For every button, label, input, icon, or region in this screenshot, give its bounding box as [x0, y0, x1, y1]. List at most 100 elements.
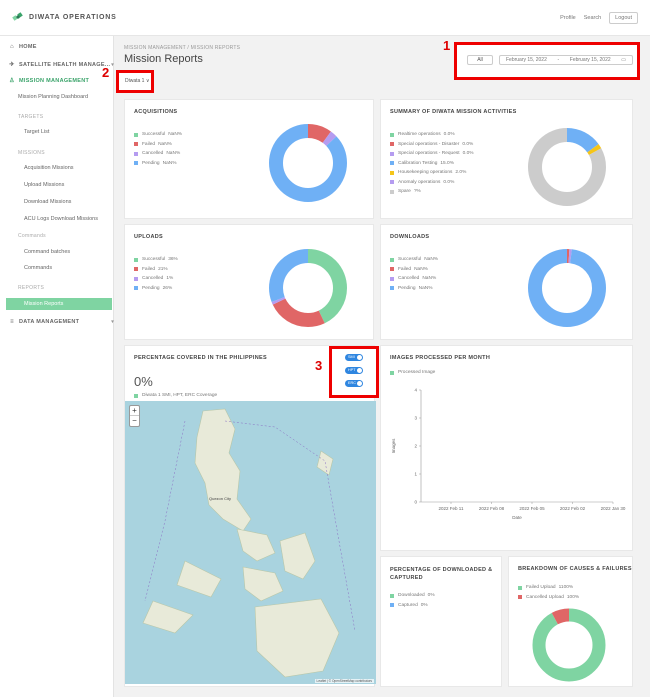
legend-label: Failed: [142, 266, 156, 272]
legend-value: 0%: [427, 593, 435, 599]
legend-swatch: [390, 267, 394, 272]
legend-item[interactable]: Cancelled NaN%: [390, 274, 438, 284]
legend-item[interactable]: Pending NaN%: [390, 284, 438, 294]
all-dates-button[interactable]: All: [467, 55, 493, 65]
legend-label: Cancelled Upload: [526, 594, 564, 600]
legend-label: Pending: [142, 285, 160, 291]
y-tick-label: 3: [414, 416, 417, 421]
legend-item[interactable]: Cancelled 1%: [134, 274, 178, 284]
calendar-icon: ▭: [621, 57, 626, 63]
downloaded-captured-legend: Downloaded 0% Captured 0%: [390, 591, 435, 610]
legend-item[interactable]: Failed NaN%: [390, 265, 438, 275]
satellite-logo-icon: [12, 12, 23, 21]
legend-value: NaN%: [422, 276, 437, 282]
downloads-donut-chart: [528, 249, 606, 327]
legend-label: Processed Image: [398, 370, 436, 376]
sidebar-item-label: HOME: [19, 44, 37, 50]
legend-item[interactable]: Spare?%: [390, 187, 474, 197]
sidebar-item-label: Command batches: [24, 249, 71, 255]
y-tick-label: 4: [414, 388, 417, 393]
annotation-label-2: 2: [102, 65, 110, 80]
legend-label: Failed: [142, 141, 156, 147]
legend-item[interactable]: Housekeeping operations 2.0%: [390, 168, 474, 178]
legend-item[interactable]: Successful 36%: [134, 255, 178, 265]
legend-value: 36%: [168, 257, 178, 263]
legend-swatch: [390, 170, 394, 175]
app-logo[interactable]: DIWATA OPERATIONS: [12, 11, 117, 23]
legend-value: 1%: [166, 276, 174, 282]
legend-value: ?%: [413, 189, 421, 195]
legend-item[interactable]: Failed NaN%: [134, 140, 182, 150]
philippines-map[interactable]: + − Quezon City Leaflet | © OpenStreetMa…: [125, 401, 376, 684]
date-range-picker[interactable]: February 15, 2022 - February 15, 2022 ▭: [499, 55, 633, 65]
legend-swatch: [134, 257, 138, 262]
search-link[interactable]: Search: [584, 15, 601, 21]
legend-value: 100%: [566, 594, 580, 600]
legend-label: Successful: [398, 257, 422, 263]
legend-label: Cancelled: [142, 151, 164, 157]
legend-item[interactable]: Successful NaN%: [134, 130, 182, 140]
coverage-percent: 0%: [134, 374, 153, 389]
legend-item[interactable]: Failed 21%: [134, 265, 178, 275]
legend-value: 0.0%: [443, 179, 455, 185]
legend-value: 26%: [162, 285, 173, 291]
legend-value: NaN%: [162, 160, 177, 166]
legend-item[interactable]: Calibration Testing 15.0%: [390, 159, 474, 169]
legend-item[interactable]: Pending NaN%: [134, 159, 182, 169]
legend-item[interactable]: Downloaded 0%: [390, 591, 435, 601]
legend-label: Failed Upload: [526, 585, 556, 591]
legend-swatch: [134, 132, 138, 137]
legend-value: 0%: [420, 602, 428, 608]
card-title: PERCENTAGE COVERED IN THE PHILIPPINES: [134, 355, 267, 361]
legend-item[interactable]: Captured 0%: [390, 601, 435, 611]
legend-item[interactable]: Cancelled Upload 100%: [518, 593, 579, 603]
acquisitions-legend: Successful NaN% Failed NaN% Cancelled NaN% Pen…: [134, 130, 182, 168]
legend-label: Anomaly operations: [398, 179, 441, 185]
sidebar-item-data-management[interactable]: ≡ DATA MANAGEMENT ▾: [8, 319, 120, 325]
date-filter-panel: All February 15, 2022 - February 15, 202…: [454, 42, 640, 80]
legend-item[interactable]: Pending 26%: [134, 284, 178, 294]
annotation-label-1: 1: [443, 38, 451, 53]
card-title: UPLOADS: [134, 234, 163, 240]
legend-item[interactable]: Successful NaN%: [390, 255, 438, 265]
legend-item[interactable]: Anomaly operations 0.0%: [390, 178, 474, 188]
legend-value: NaN%: [168, 132, 183, 138]
legend-label: Housekeeping operations: [398, 170, 453, 176]
sidebar-item-label: ACU Logs Download Missions: [24, 216, 98, 222]
sidebar-item-mission-reports[interactable]: Mission Reports: [6, 298, 112, 310]
top-bar: DIWATA OPERATIONS Profile Search Logout: [0, 0, 650, 36]
map-attribution[interactable]: Leaflet | © OpenStreetMap contributors: [314, 679, 374, 683]
card-title: DOWNLOADS: [390, 234, 430, 240]
donut-slice-pending[interactable]: [528, 249, 606, 327]
card-title: IMAGES PROCESSED PER MONTH: [390, 355, 491, 361]
legend-label: Spare: [398, 189, 411, 195]
legend-label: Pending: [142, 160, 160, 166]
card-title: ACQUISITIONS: [134, 109, 178, 115]
legend-item[interactable]: Realtime operations 0.0%: [390, 130, 474, 140]
logout-button[interactable]: Logout: [609, 12, 638, 24]
sidebar-item-label: MISSION MANAGEMENT: [19, 77, 90, 84]
sidebar-item-home[interactable]: ⌂ HOME: [8, 44, 120, 50]
zoom-out-button[interactable]: −: [130, 416, 139, 426]
toggle-smi[interactable]: SMI: [345, 354, 363, 361]
satellite-select[interactable]: Diwata 1 ∨: [125, 78, 150, 84]
rocket-icon: ♙: [9, 78, 15, 84]
donut-slice-failed-upload[interactable]: [532, 608, 606, 682]
toggle-erc[interactable]: ERC: [345, 380, 363, 387]
images-legend: Processed Image: [390, 368, 435, 378]
breadcrumb: MISSION MANAGEMENT / MISSION REPORTS: [124, 45, 241, 51]
legend-swatch: [390, 132, 394, 137]
legend-label: Special operations - Disaster: [398, 141, 460, 147]
legend-item[interactable]: Cancelled NaN%: [134, 149, 182, 159]
legend-item[interactable]: Special operations - Disaster 0.0%: [390, 140, 474, 150]
legend-value: NaN%: [414, 266, 428, 272]
satellite-select-box: Diwata 1 ∨: [116, 70, 154, 93]
zoom-in-button[interactable]: +: [130, 406, 139, 416]
legend-item[interactable]: Failed Upload 1100%: [518, 583, 579, 593]
legend-swatch: [390, 276, 394, 281]
uploads-legend: Successful 36% Failed 21% Cancelled 1% Pending…: [134, 255, 178, 293]
profile-link[interactable]: Profile: [560, 15, 576, 21]
legend-label: Pending: [398, 285, 416, 291]
legend-item[interactable]: Special operations - Request 0.0%: [390, 149, 474, 159]
toggle-hpt[interactable]: HPT: [345, 367, 363, 374]
